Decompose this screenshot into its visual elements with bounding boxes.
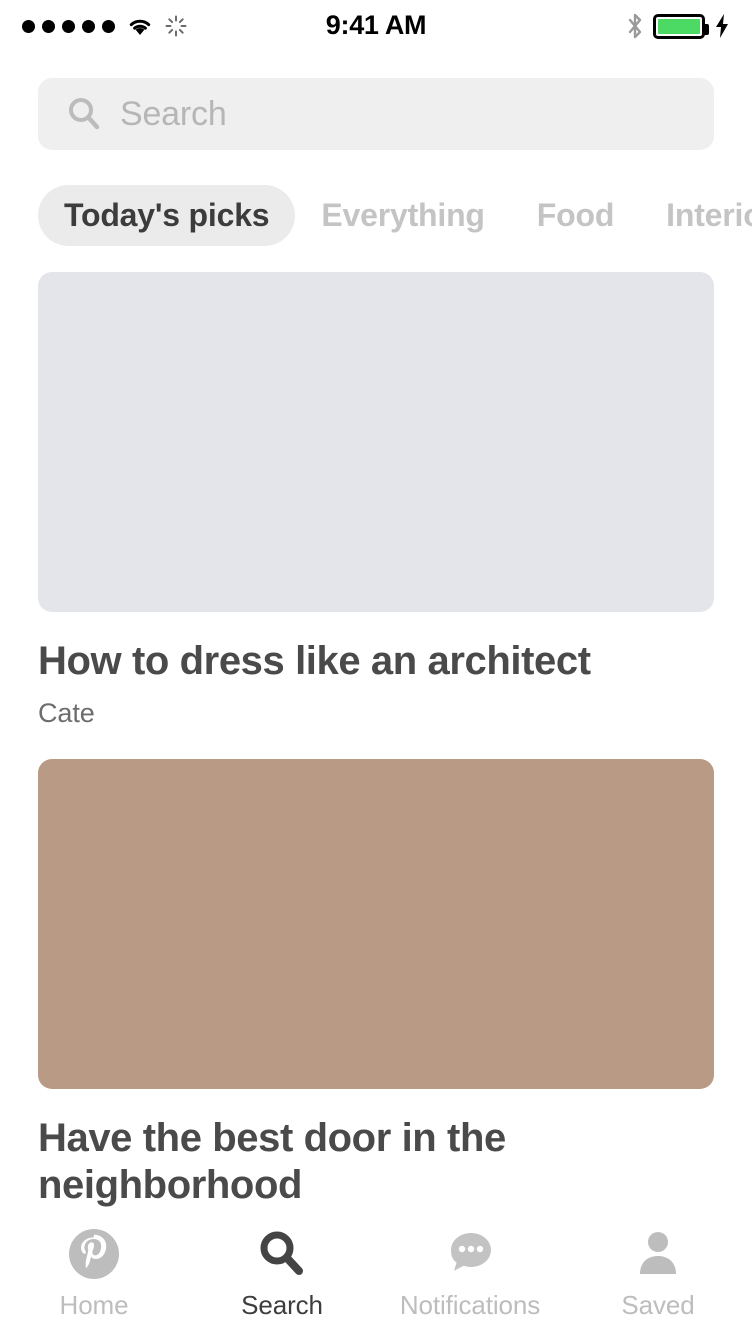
bottom-tab-bar: Home Search Notifications Saved	[0, 1216, 752, 1334]
search-placeholder: Search	[120, 94, 227, 133]
card-author: Cate	[38, 698, 95, 729]
tab-bar-label: Saved	[621, 1290, 695, 1320]
search-icon	[69, 98, 100, 130]
tab-bar-label: Search	[241, 1290, 323, 1320]
status-bar: 9:41 AM	[0, 0, 752, 52]
status-bar-clock: 9:41 AM	[325, 10, 427, 40]
tab-bar-item-home[interactable]: Home	[0, 1226, 188, 1321]
card-spacer	[0, 729, 752, 759]
tab-bar-item-search[interactable]: Search	[188, 1226, 376, 1321]
battery-icon	[653, 13, 709, 39]
card-image[interactable]	[38, 272, 714, 612]
card-title: Have the best door in the neighborhood	[38, 1116, 506, 1207]
search-icon	[254, 1226, 310, 1282]
speech-bubble-icon	[442, 1226, 498, 1282]
app-screen: 9:41 AM Search Today's picks Everything …	[0, 0, 752, 1334]
feed-list[interactable]: How to dress like an architect Cate Have…	[0, 272, 752, 1218]
tab-bar-item-notifications[interactable]: Notifications	[376, 1226, 564, 1321]
tab-bar-item-saved[interactable]: Saved	[564, 1226, 752, 1321]
tab-bar-label: Notifications	[399, 1290, 541, 1320]
tab-todays-picks[interactable]: Today's picks	[38, 184, 296, 246]
tab-interiors[interactable]: Interiors	[640, 185, 752, 246]
category-tabs[interactable]: Today's picks Everything Food Interiors	[0, 180, 752, 250]
tab-food[interactable]: Food	[511, 185, 640, 246]
person-icon	[630, 1226, 686, 1282]
card-image[interactable]	[38, 759, 714, 1090]
tab-bar-label: Home	[59, 1290, 129, 1320]
feed-card[interactable]: How to dress like an architect Cate	[0, 272, 752, 729]
search-input[interactable]: Search	[38, 78, 714, 150]
pinterest-logo-icon	[66, 1226, 122, 1282]
tab-everything[interactable]: Everything	[295, 185, 510, 246]
card-title: How to dress like an architect	[38, 639, 591, 683]
feed-card[interactable]: Have the best door in the neighborhood	[0, 759, 752, 1208]
